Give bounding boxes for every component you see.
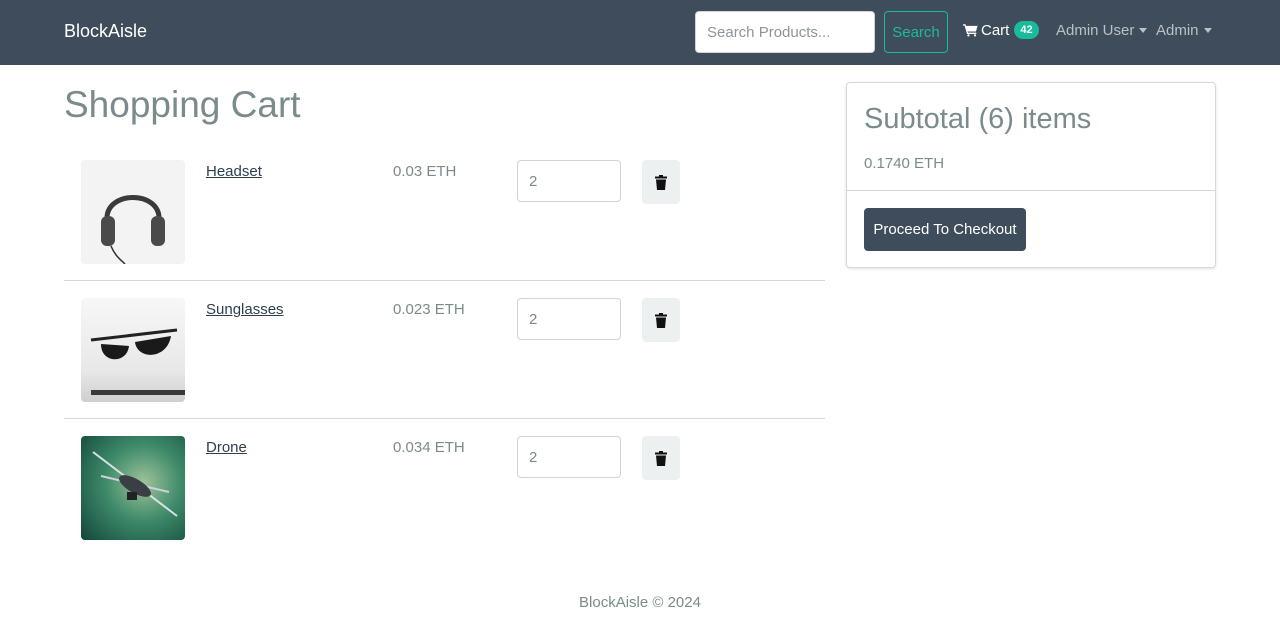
cart-link[interactable]: Cart 42 bbox=[963, 20, 1039, 40]
sunglasses-image[interactable] bbox=[81, 298, 185, 402]
delete-item-button[interactable] bbox=[642, 436, 680, 480]
user-menu-dropdown[interactable]: Admin User bbox=[1056, 20, 1148, 40]
quantity-input[interactable] bbox=[517, 298, 621, 340]
cart-item-row: Drone 0.034 ETH bbox=[64, 419, 825, 557]
footer-text: BlockAisle © 2024 bbox=[579, 594, 701, 611]
cart-item-row: Headset 0.03 ETH bbox=[64, 143, 825, 281]
drone-image[interactable] bbox=[81, 436, 185, 540]
delete-item-button[interactable] bbox=[642, 298, 680, 342]
delete-item-button[interactable] bbox=[642, 160, 680, 204]
divider bbox=[847, 190, 1215, 191]
page-title: Shopping Cart bbox=[64, 84, 301, 125]
search-input[interactable] bbox=[695, 11, 875, 53]
admin-menu-dropdown[interactable]: Admin bbox=[1156, 20, 1212, 40]
search-button[interactable]: Search bbox=[884, 11, 948, 53]
navbar: BlockAisle Search Cart 42 Admin User Adm… bbox=[0, 0, 1280, 65]
quantity-input[interactable] bbox=[517, 436, 621, 478]
caret-down-icon bbox=[1203, 27, 1212, 33]
item-price: 0.023 ETH bbox=[393, 301, 465, 318]
item-name-link[interactable]: Drone bbox=[206, 439, 247, 456]
caret-down-icon bbox=[1139, 27, 1148, 33]
quantity-input[interactable] bbox=[517, 160, 621, 202]
admin-menu-label: Admin bbox=[1156, 21, 1199, 39]
item-name-link[interactable]: Headset bbox=[206, 163, 262, 180]
trash-icon bbox=[655, 312, 667, 328]
headset-image[interactable] bbox=[81, 160, 185, 264]
brand-logo[interactable]: BlockAisle bbox=[64, 21, 147, 42]
trash-icon bbox=[655, 174, 667, 190]
item-price: 0.03 ETH bbox=[393, 163, 457, 180]
order-summary-card: Subtotal (6) items 0.1740 ETH Proceed To… bbox=[846, 82, 1216, 268]
item-name-link[interactable]: Sunglasses bbox=[206, 301, 284, 318]
cart-label: Cart bbox=[981, 21, 1010, 39]
item-price: 0.034 ETH bbox=[393, 439, 465, 456]
subtotal-amount: 0.1740 ETH bbox=[864, 155, 945, 172]
trash-icon bbox=[655, 450, 667, 466]
subtotal-heading: Subtotal (6) items bbox=[864, 103, 1092, 135]
proceed-to-checkout-button[interactable]: Proceed To Checkout bbox=[864, 208, 1026, 251]
cart-icon bbox=[963, 24, 978, 37]
cart-item-row: Sunglasses 0.023 ETH bbox=[64, 281, 825, 419]
user-menu-label: Admin User bbox=[1056, 21, 1135, 39]
cart-count-badge: 42 bbox=[1014, 21, 1039, 39]
